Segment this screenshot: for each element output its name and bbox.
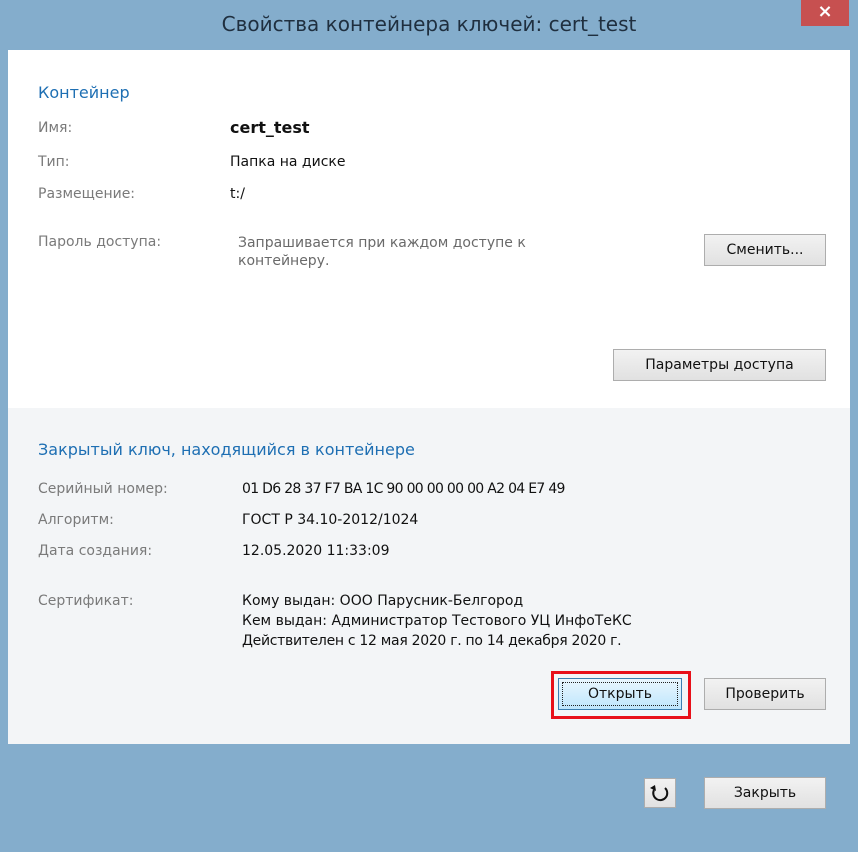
close-window-button[interactable]: × <box>801 0 849 26</box>
dialog-footer: Закрыть <box>0 744 858 852</box>
close-button[interactable]: Закрыть <box>704 777 826 809</box>
refresh-button[interactable] <box>644 778 676 808</box>
cert-issued-by: Кем выдан: Администратор Тестового УЦ Ин… <box>242 613 632 629</box>
title-bar: Свойства контейнера ключей: cert_test × <box>0 0 858 50</box>
algorithm-label: Алгоритм: <box>38 512 114 528</box>
location-value: t:/ <box>230 186 245 202</box>
access-params-button[interactable]: Параметры доступа <box>613 349 826 381</box>
type-label: Тип: <box>38 154 70 170</box>
refresh-icon <box>650 785 669 802</box>
dialog-window: Свойства контейнера ключей: cert_test × … <box>0 0 858 852</box>
container-section-title: Контейнер <box>38 83 130 102</box>
focus-ring <box>562 682 678 706</box>
serial-label: Серийный номер: <box>38 481 168 497</box>
password-value: Запрашивается при каждом доступе к конте… <box>238 235 526 269</box>
location-label: Размещение: <box>38 186 136 202</box>
private-key-section-title: Закрытый ключ, находящийся в контейнере <box>38 440 415 459</box>
created-value: 12.05.2020 11:33:09 <box>242 543 390 559</box>
private-key-panel: Закрытый ключ, находящийся в контейнере … <box>8 408 850 744</box>
change-password-button[interactable]: Сменить... <box>704 234 826 266</box>
type-value: Папка на диске <box>230 154 346 170</box>
window-title: Свойства контейнера ключей: cert_test <box>221 12 637 36</box>
close-icon: × <box>817 1 833 22</box>
serial-value: 01 D6 28 37 F7 BA 1C 90 00 00 00 00 A2 0… <box>242 481 565 497</box>
cert-validity: Действителен с 12 мая 2020 г. по 14 дека… <box>242 633 622 649</box>
open-certificate-button[interactable]: Открыть <box>558 678 682 710</box>
dialog-content: Контейнер Имя: cert_test Тип: Папка на д… <box>8 50 850 744</box>
name-value: cert_test <box>230 118 310 137</box>
created-label: Дата создания: <box>38 543 153 559</box>
password-label: Пароль доступа: <box>38 234 162 250</box>
cert-issued-to: Кому выдан: ООО Парусник-Белгород <box>242 593 524 609</box>
certificate-label: Сертификат: <box>38 593 134 609</box>
verify-certificate-button[interactable]: Проверить <box>704 678 826 710</box>
algorithm-value: ГОСТ Р 34.10-2012/1024 <box>242 512 419 528</box>
name-label: Имя: <box>38 120 73 136</box>
